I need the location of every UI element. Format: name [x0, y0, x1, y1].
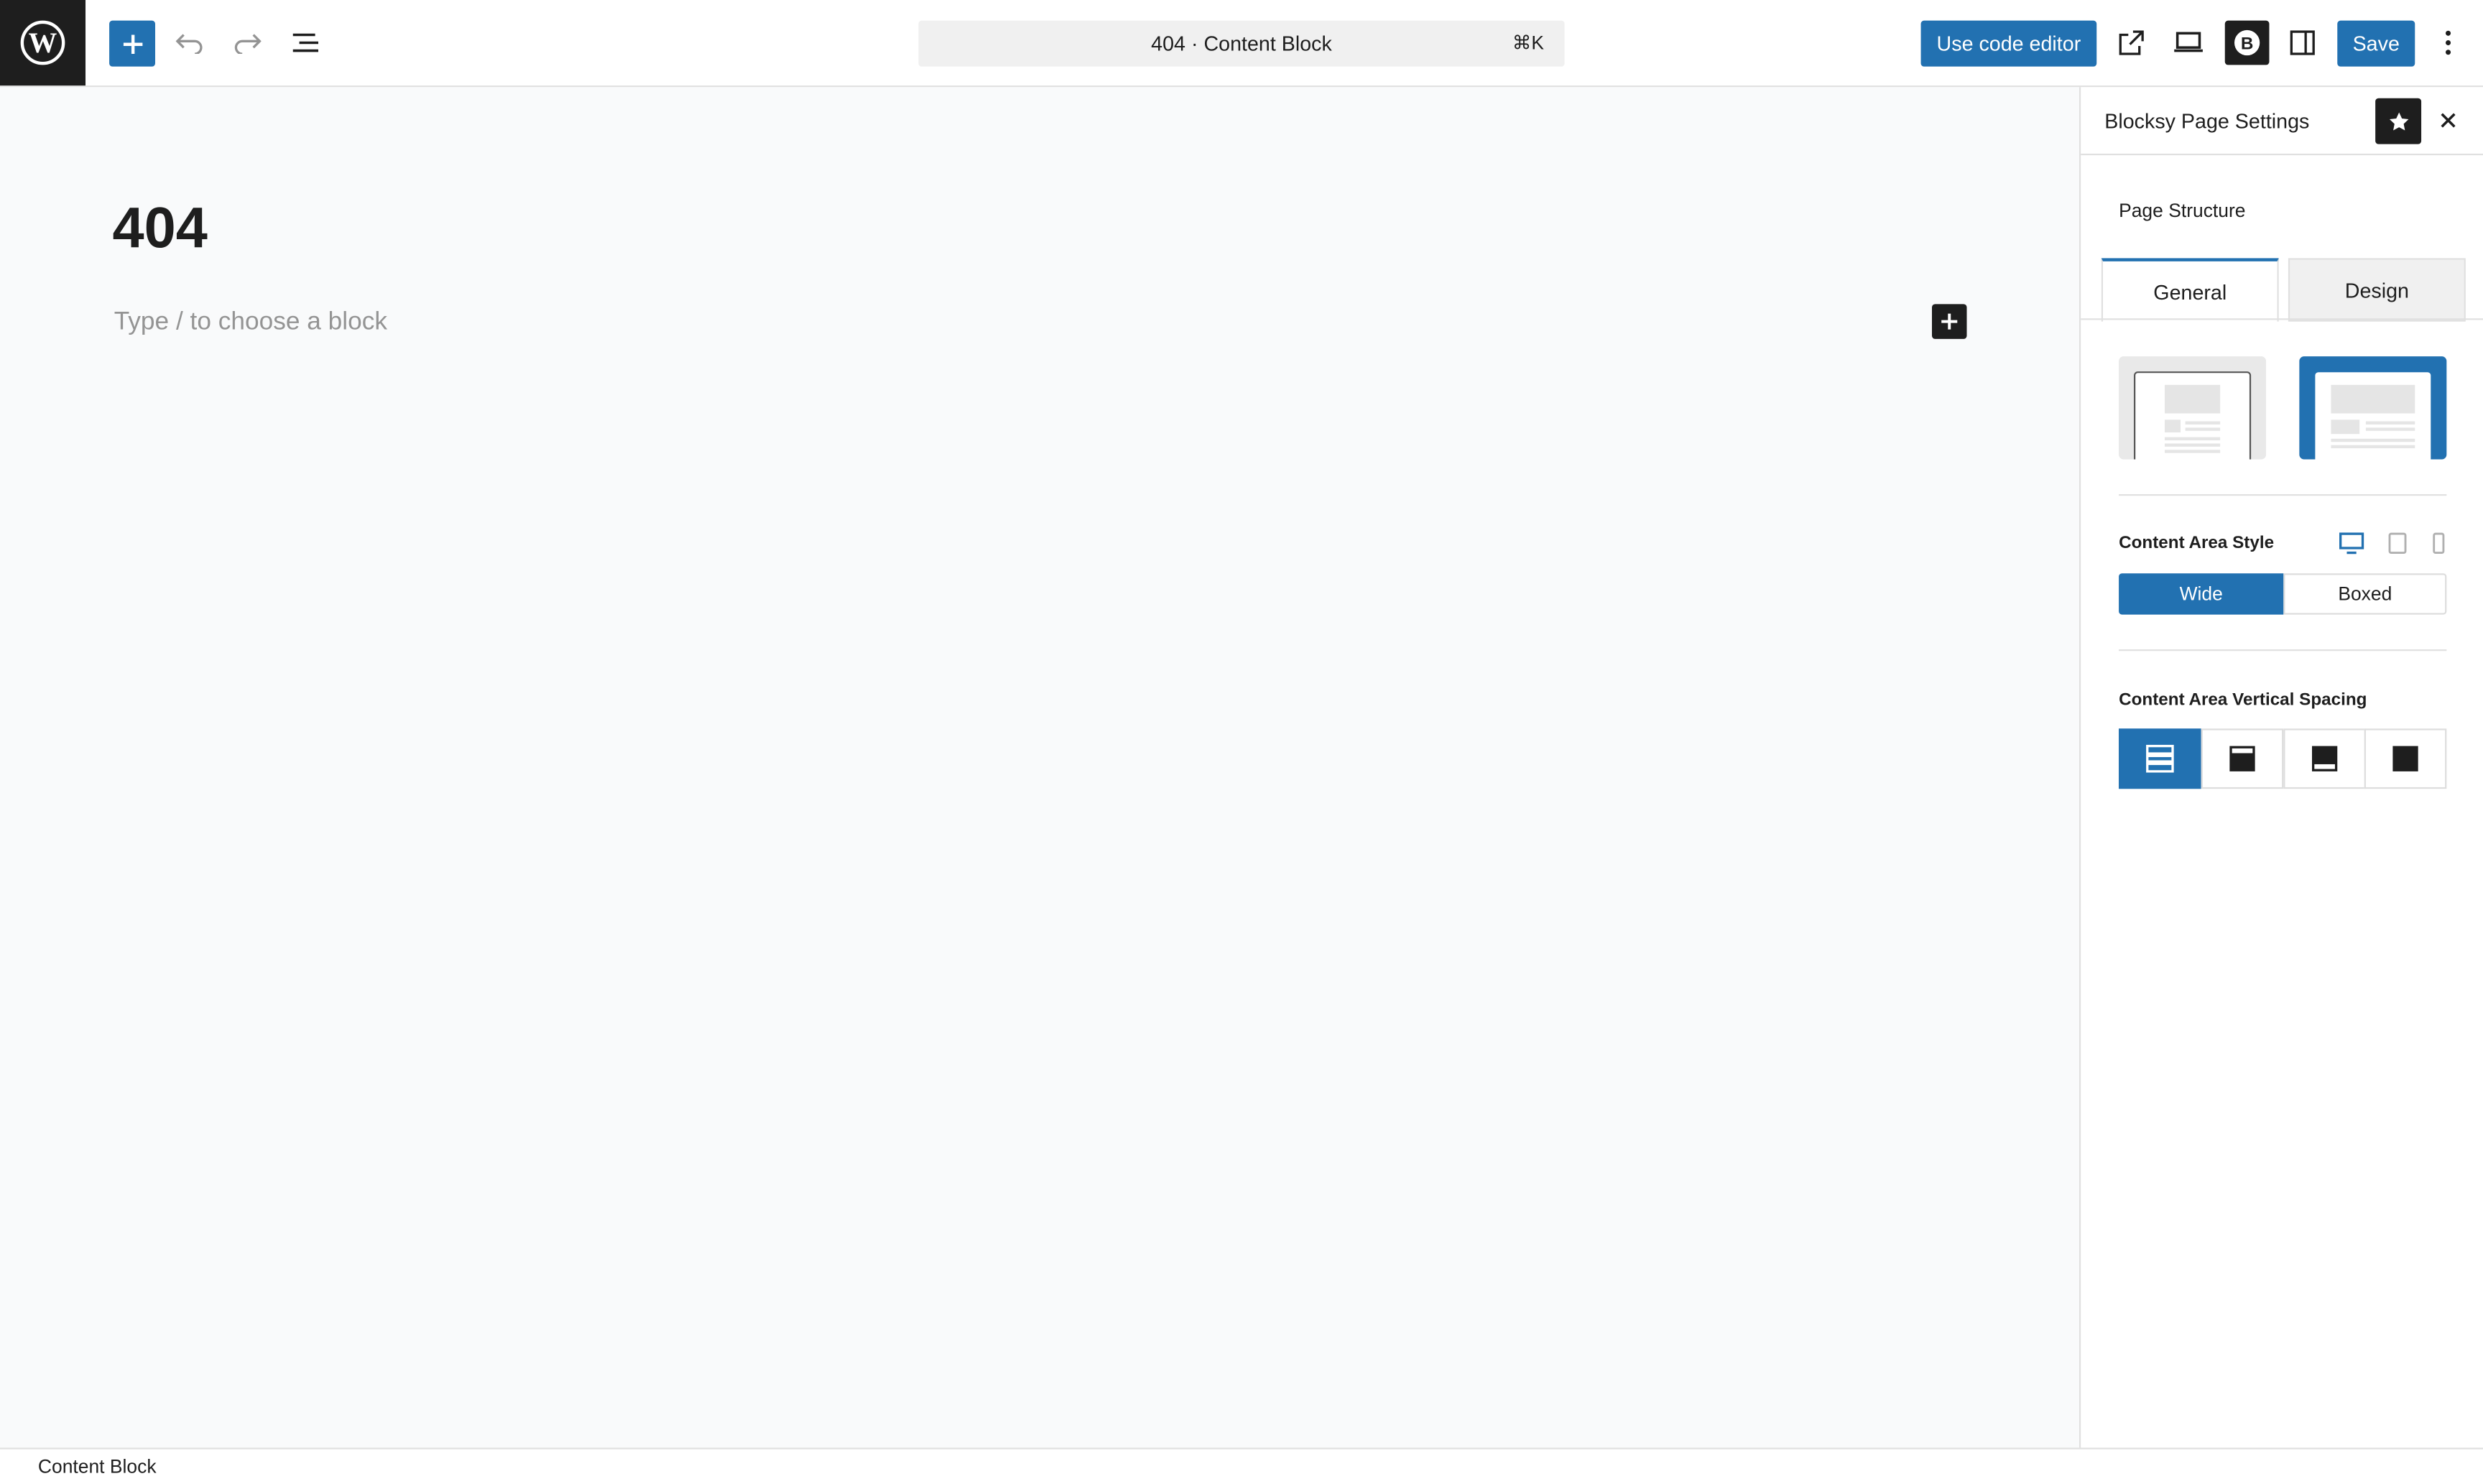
options-menu-button[interactable]: [2432, 27, 2464, 58]
content-style-wide[interactable]: Wide: [2119, 573, 2284, 615]
star-icon: [2388, 111, 2408, 130]
structure-option-wide[interactable]: [2299, 356, 2447, 460]
blocksy-settings-button[interactable]: B: [2224, 20, 2270, 65]
laptop-icon: [2174, 32, 2203, 52]
device-mobile-button[interactable]: [2432, 532, 2445, 555]
spacing-top-only-icon: [2229, 746, 2255, 771]
spacing-top-only[interactable]: [2201, 728, 2284, 789]
layout-wide-icon: [2315, 372, 2431, 460]
layout-narrow-icon: [2134, 371, 2252, 460]
content-area-style-label: Content Area Style: [2119, 534, 2275, 553]
add-block-button[interactable]: [109, 20, 156, 67]
plus-icon: [1941, 313, 1958, 330]
section-title: Page Structure: [2119, 199, 2246, 222]
spacing-bottom-only-icon: [2311, 746, 2338, 771]
wordpress-logo-icon: W: [20, 20, 65, 65]
sidebar-title: Blocksy Page Settings: [2104, 109, 2310, 134]
tabs-divider: [2081, 318, 2483, 320]
list-view-icon: [292, 33, 319, 52]
close-icon: [2441, 113, 2456, 128]
view-page-button[interactable]: [2116, 27, 2147, 58]
content-style-boxed[interactable]: Boxed: [2283, 573, 2447, 615]
plus-icon: [122, 34, 142, 53]
tab-design[interactable]: Design: [2288, 258, 2466, 322]
device-tablet-button[interactable]: [2388, 532, 2407, 555]
sidebar-toggle-icon: [2290, 30, 2315, 55]
tablet-icon: [2388, 532, 2407, 555]
settings-sidebar-toggle[interactable]: [2287, 27, 2318, 58]
structure-option-narrow[interactable]: [2119, 356, 2267, 460]
divider: [2119, 493, 2447, 496]
editor-canvas: 404 Type / to choose a block: [0, 87, 2079, 1448]
spacing-none[interactable]: [2364, 728, 2447, 789]
inline-add-block-button[interactable]: [1932, 304, 1967, 339]
spacing-bottom-only[interactable]: [2283, 728, 2366, 789]
svg-text:W: W: [29, 27, 57, 59]
blocksy-settings-sidebar: Blocksy Page Settings Page Structure Gen…: [2079, 87, 2483, 1448]
preview-device-button[interactable]: [2170, 27, 2208, 58]
use-code-editor-button[interactable]: Use code editor: [1920, 20, 2097, 67]
svg-text:B: B: [2241, 34, 2254, 53]
undo-button[interactable]: [174, 27, 205, 58]
post-title[interactable]: 404: [112, 195, 207, 261]
mobile-icon: [2433, 532, 2445, 555]
command-shortcut: ⌘K: [1512, 32, 1544, 54]
redo-icon: [234, 34, 262, 54]
divider: [2119, 649, 2447, 651]
sidebar-header: Blocksy Page Settings: [2081, 87, 2483, 156]
document-title: 404 · Content Block: [1151, 32, 1332, 56]
editor-footer: Content Block: [0, 1447, 2483, 1484]
pin-sidebar-button[interactable]: [2375, 98, 2422, 144]
spacing-top-bottom[interactable]: [2119, 728, 2201, 789]
redo-button[interactable]: [231, 27, 263, 58]
tab-general[interactable]: General: [2101, 258, 2279, 322]
list-view-button[interactable]: [288, 27, 323, 58]
device-desktop-button[interactable]: [2339, 532, 2364, 555]
save-button[interactable]: Save: [2337, 20, 2415, 67]
vertical-spacing-label: Content Area Vertical Spacing: [2119, 690, 2367, 710]
close-sidebar-button[interactable]: [2432, 105, 2464, 136]
desktop-icon: [2339, 532, 2364, 555]
spacing-top-bottom-icon: [2146, 744, 2174, 773]
more-vertical-icon: [2446, 30, 2451, 55]
document-command-bar[interactable]: 404 · Content Block ⌘K: [918, 20, 1565, 67]
blocksy-icon: B: [2234, 29, 2260, 56]
editor-header: W 404 · Content Block ⌘K Use code editor…: [0, 0, 2483, 88]
undo-icon: [175, 34, 203, 54]
breadcrumb[interactable]: Content Block: [38, 1455, 157, 1478]
wordpress-logo-button[interactable]: W: [0, 0, 86, 86]
spacing-none-icon: [2392, 746, 2418, 771]
block-placeholder[interactable]: Type / to choose a block: [114, 309, 387, 338]
external-link-icon: [2119, 30, 2144, 55]
